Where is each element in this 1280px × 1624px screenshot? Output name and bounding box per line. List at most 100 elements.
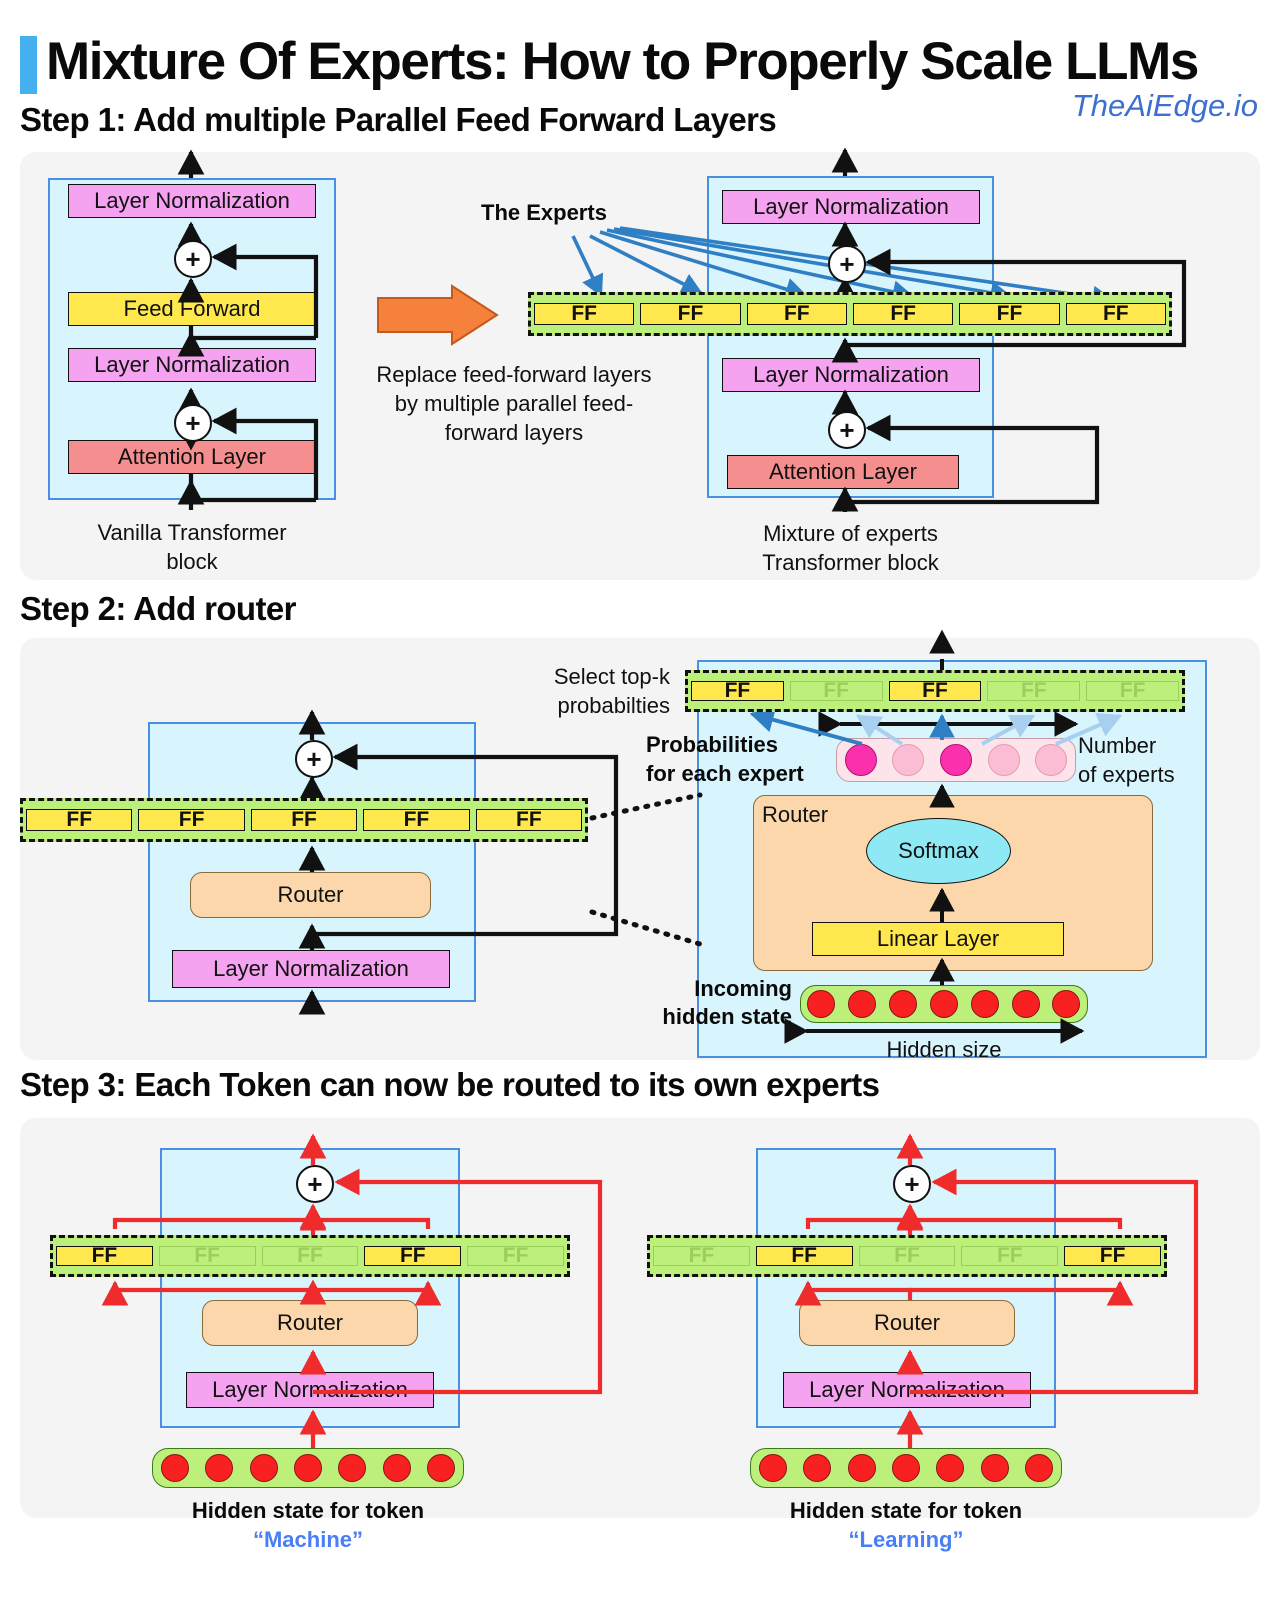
vanilla-residual-add-bottom: +: [174, 404, 212, 442]
step-3-heading: Step 3: Each Token can now be routed to …: [20, 1066, 880, 1103]
router-linear-layer: Linear Layer: [812, 922, 1064, 956]
step2-left-layer-norm: Layer Normalization: [172, 950, 450, 988]
step3-right-expert-bank: FF FF FF FF FF: [647, 1235, 1167, 1277]
incoming-hidden-state-line1: Incoming: [694, 976, 792, 1001]
step3-left-residual-add: +: [296, 1165, 334, 1203]
hidden-cell: [249, 1454, 278, 1482]
hidden-cell: [1011, 990, 1040, 1018]
expert-ff[interactable]: FF: [746, 302, 847, 325]
moe-attention-layer: Attention Layer: [727, 455, 959, 489]
header: Mixture Of Experts: How to Properly Scal…: [0, 14, 1280, 94]
hidden-cell: [293, 1454, 322, 1482]
expert-ff-inactive[interactable]: FF: [789, 679, 883, 702]
expert-ff[interactable]: FF: [640, 302, 741, 325]
moe-transformer-block: [707, 176, 994, 498]
hidden-cell: [891, 1454, 920, 1482]
expert-ff-selected[interactable]: FF: [691, 679, 784, 702]
expert-ff-selected[interactable]: FF: [56, 1244, 153, 1267]
expert-ff-selected[interactable]: FF: [364, 1244, 462, 1267]
moe-layer-norm-mid: Layer Normalization: [722, 358, 980, 392]
hidden-cell: [936, 1454, 965, 1482]
hidden-cell: [803, 1454, 832, 1482]
expert-ff[interactable]: FF: [26, 808, 133, 831]
expert-ff-selected[interactable]: FF: [755, 1244, 853, 1267]
step3-right-caption: Hidden state for token: [789, 1498, 1023, 1523]
expert-ff-selected[interactable]: FF: [1064, 1244, 1161, 1267]
expert-ff[interactable]: FF: [959, 302, 1060, 325]
expert-ff[interactable]: FF: [852, 302, 954, 325]
hidden-cell: [205, 1454, 234, 1482]
expert-ff-inactive[interactable]: FF: [1086, 679, 1179, 702]
probabilities-label-line2: for each expert: [646, 761, 804, 786]
hidden-cell: [161, 1454, 190, 1482]
number-of-experts-line1: Number: [1078, 733, 1157, 758]
probability-dot: [1035, 744, 1068, 776]
vanilla-residual-add-top: +: [174, 240, 212, 278]
hidden-cell: [426, 1454, 455, 1482]
vanilla-attention-layer: Attention Layer: [68, 440, 316, 474]
hidden-cell: [847, 1454, 876, 1482]
hidden-cell: [759, 1454, 788, 1482]
hidden-cell: [970, 990, 999, 1018]
hidden-cell: [1052, 990, 1081, 1018]
vanilla-layer-norm-mid: Layer Normalization: [68, 348, 316, 382]
step3-left-token: “Machine”: [252, 1527, 364, 1552]
moe-layer-norm-top: Layer Normalization: [722, 190, 980, 224]
probabilities-label-line1: Probabilities: [646, 732, 779, 757]
page-title: Mixture Of Experts: How to Properly Scal…: [46, 32, 1199, 91]
step3-left-hidden-state: [152, 1448, 464, 1488]
expert-ff[interactable]: FF: [1065, 302, 1166, 325]
probability-dot: [892, 744, 925, 776]
expert-ff[interactable]: FF: [534, 302, 635, 325]
step3-left-expert-bank: FF FF FF FF FF: [50, 1235, 570, 1277]
probability-dot: [987, 744, 1020, 776]
hidden-cell: [980, 1454, 1009, 1482]
step2-right-expert-bank: FF FF FF FF FF: [685, 670, 1185, 712]
select-topk-line2: probabilties: [557, 693, 670, 718]
expert-ff-inactive[interactable]: FF: [261, 1244, 359, 1267]
number-of-experts-line2: of experts: [1078, 762, 1175, 787]
step3-left-router[interactable]: Router: [202, 1300, 418, 1346]
vanilla-feed-forward: Feed Forward: [68, 292, 316, 326]
incoming-hidden-state-line2: hidden state: [662, 1004, 792, 1029]
expert-ff-selected[interactable]: FF: [888, 679, 982, 702]
expert-ff-inactive[interactable]: FF: [467, 1244, 564, 1267]
the-experts-label: The Experts: [481, 200, 607, 225]
moe-residual-add-bottom: +: [828, 411, 866, 449]
hidden-cell: [848, 990, 877, 1018]
step3-left-layer-norm: Layer Normalization: [186, 1372, 434, 1408]
expert-ff[interactable]: FF: [138, 808, 245, 831]
hidden-cell: [807, 990, 836, 1018]
expert-ff-inactive[interactable]: FF: [987, 679, 1081, 702]
step2-left-router[interactable]: Router: [190, 872, 431, 918]
step3-left-caption: Hidden state for token: [191, 1498, 425, 1523]
expert-ff-inactive[interactable]: FF: [961, 1244, 1059, 1267]
hidden-cell: [382, 1454, 411, 1482]
vanilla-caption-line1: Vanilla Transformer: [97, 520, 287, 545]
select-topk-line1: Select top-k: [553, 664, 670, 689]
step3-right-hidden-state: [750, 1448, 1062, 1488]
expert-ff-inactive[interactable]: FF: [158, 1244, 256, 1267]
hidden-cell: [889, 990, 918, 1018]
expert-ff[interactable]: FF: [250, 808, 358, 831]
step3-right-token: “Learning”: [848, 1527, 964, 1552]
step2-left-residual-add: +: [295, 740, 333, 778]
hidden-size-label: Hidden size: [886, 1037, 1002, 1062]
moe-residual-add-top: +: [828, 245, 866, 283]
step3-right-residual-add: +: [893, 1165, 931, 1203]
expert-probability-strip: [836, 738, 1076, 782]
moe-caption-line2: Transformer block: [762, 550, 939, 575]
moe-caption-line1: Mixture of experts: [763, 521, 938, 546]
expert-ff-inactive[interactable]: FF: [858, 1244, 956, 1267]
hidden-cell: [338, 1454, 367, 1482]
expert-ff-inactive[interactable]: FF: [653, 1244, 750, 1267]
step-2-heading: Step 2: Add router: [20, 590, 296, 627]
softmax-node: Softmax: [866, 818, 1011, 884]
step3-right-router[interactable]: Router: [799, 1300, 1015, 1346]
step-1-transition-text: Replace feed-forward layers by multiple …: [376, 362, 652, 445]
vanilla-caption-line2: block: [166, 549, 218, 574]
step2-router-title: Router: [762, 802, 829, 827]
expert-ff[interactable]: FF: [475, 808, 583, 831]
expert-ff[interactable]: FF: [363, 808, 470, 831]
vanilla-layer-norm-top: Layer Normalization: [68, 184, 316, 218]
